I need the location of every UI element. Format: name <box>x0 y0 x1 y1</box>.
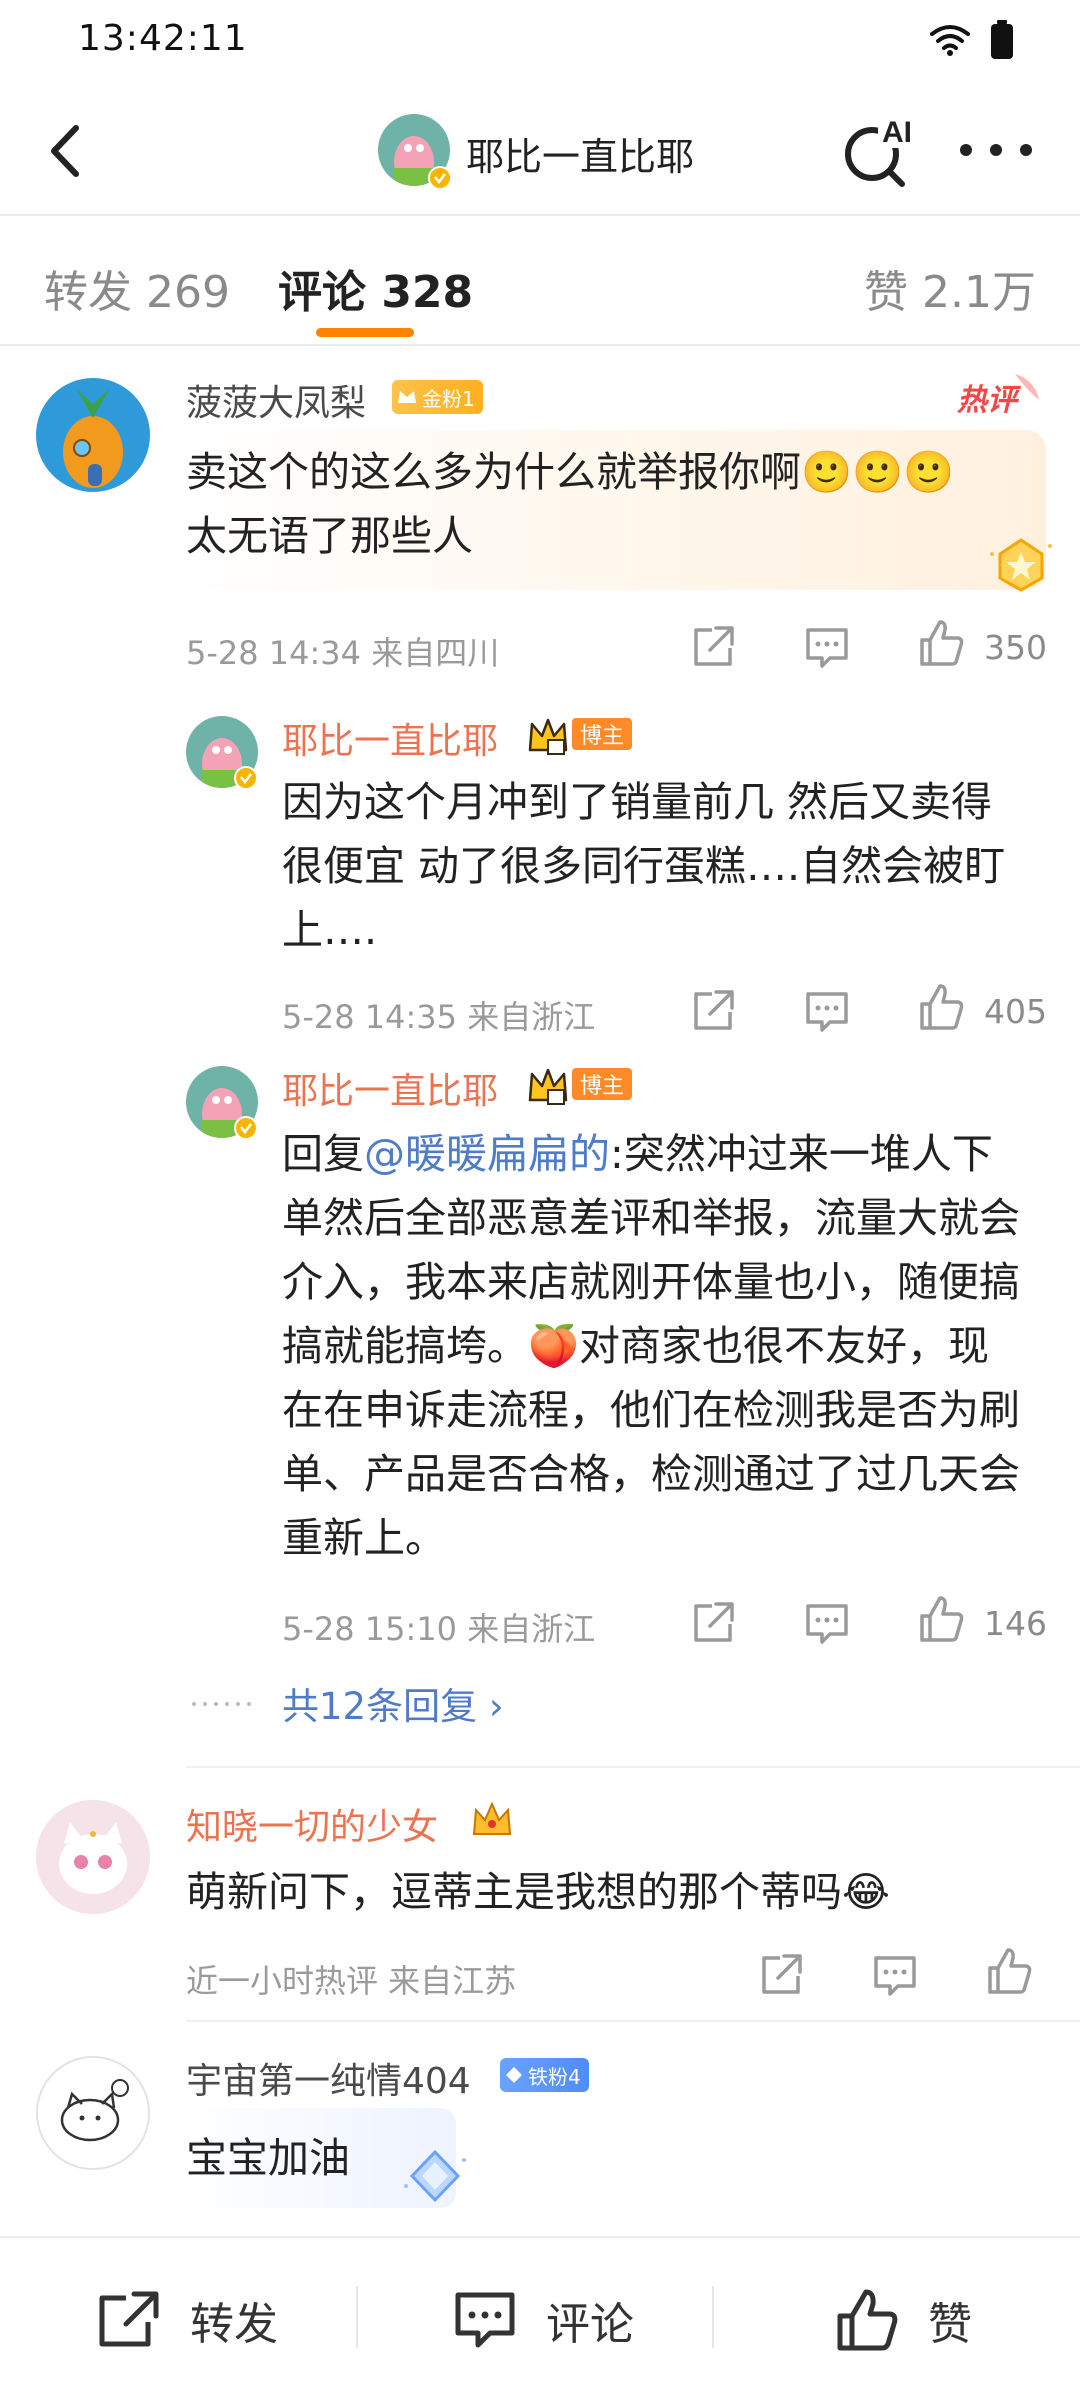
pineapple-house-avatar-icon <box>36 378 150 492</box>
repost-button[interactable]: 转发 <box>96 2238 278 2400</box>
more-options-icon[interactable] <box>956 130 1036 170</box>
divider <box>0 214 1080 216</box>
ai-search-icon[interactable]: AI <box>838 110 922 194</box>
reply-username[interactable]: 耶比一直比耶 <box>282 712 498 764</box>
repost-label: 转发 <box>190 2299 278 2350</box>
divider <box>186 1766 1080 1768</box>
separator <box>356 2286 358 2348</box>
badge-label: 金粉1 <box>422 386 475 411</box>
like-icon[interactable] <box>916 982 966 1032</box>
comment-meta: 5-28 14:34 来自四川 <box>186 634 500 672</box>
share-icon[interactable] <box>756 1950 806 2000</box>
comment-icon[interactable] <box>802 622 852 672</box>
hot-tag-label: 热评 <box>956 383 1022 418</box>
share-icon[interactable] <box>688 1598 738 1648</box>
comment-username[interactable]: 宇宙第一纯情404 <box>186 2052 471 2104</box>
reply-body: :突然冲过来一堆人下单然后全部恶意差评和举报，流量大就会介入，我本来店就刚开体量… <box>282 1130 1020 1562</box>
repost-icon <box>99 2291 159 2347</box>
reply-meta: 5-28 14:35 来自浙江 <box>282 998 596 1036</box>
comment-username[interactable]: 菠菠大凤梨 <box>186 374 366 426</box>
bottom-action-bar: 转发 评论 赞 <box>0 2236 1080 2400</box>
comment-label: 评论 <box>546 2299 634 2350</box>
reply-text: 回复@暖暖扁扁的:突然冲过来一堆人下单然后全部恶意差评和举报，流量大就会介入，我… <box>282 1122 1022 1570</box>
fan-level-badge[interactable]: 铁粉4 <box>500 2058 589 2092</box>
commenter-avatar[interactable] <box>36 2056 150 2170</box>
like-count: 146 <box>984 1604 1047 1643</box>
reply-text: 因为这个月冲到了销量前几 然后又卖得很便宜 动了很多同行蛋糕….自然会被盯上…. <box>282 778 1006 954</box>
comment-text: 卖这个的这么多为什么就举报你啊🙂🙂🙂 太无语了那些人 <box>186 440 1036 568</box>
comment-button[interactable]: 评论 <box>452 2238 634 2400</box>
tab-likes[interactable]: 赞 2.1万 <box>864 256 1036 320</box>
like-icon[interactable] <box>984 1946 1034 1996</box>
host-badge: 博主 <box>572 718 633 750</box>
commenter-avatar[interactable] <box>36 378 150 492</box>
reply-prefix: 回复 <box>282 1130 364 1178</box>
more-replies-link[interactable]: 共12条回复 › <box>282 1676 504 1730</box>
host-badge: 博主 <box>572 1068 633 1100</box>
comment-icon[interactable] <box>870 1950 920 2000</box>
comment-bubble-icon <box>455 2292 515 2348</box>
gold-badge-sparkle-icon <box>990 538 1052 592</box>
comment-icon[interactable] <box>802 1598 852 1648</box>
wifi-icon <box>930 25 970 56</box>
ai-label: AI <box>882 116 912 149</box>
reply-username[interactable]: 耶比一直比耶 <box>282 1062 498 1114</box>
anime-cat-avatar-icon <box>36 1800 150 1914</box>
host-crown-icon <box>528 718 568 755</box>
like-icon[interactable] <box>916 1594 966 1644</box>
nav-bar: 耶比一直比耶 AI <box>0 86 1080 216</box>
page-title[interactable]: 耶比一直比耶 <box>466 126 694 181</box>
fan-level-badge[interactable]: 金粉1 <box>392 380 483 414</box>
tab-bar: 转发 269 评论 328 赞 2.1万 <box>0 218 1080 346</box>
verified-icon <box>234 766 258 790</box>
back-arrow-icon[interactable] <box>34 116 104 186</box>
comment-text: 萌新问下，逗蒂主是我想的那个蒂吗😂 <box>186 1868 890 1916</box>
divider <box>0 344 1080 346</box>
like-label: 赞 <box>928 2299 972 2350</box>
blue-diamond-sparkle-icon <box>404 2149 466 2203</box>
comment-text-line: 卖这个的这么多为什么就举报你啊🙂🙂🙂 <box>186 448 955 496</box>
diamond-icon <box>506 2067 522 2083</box>
status-icons <box>930 20 1014 60</box>
comment-text: 宝宝加油 <box>186 2134 350 2182</box>
doodle-avatar-icon <box>38 2058 148 2168</box>
dotted-line-icon <box>192 1702 251 1706</box>
verified-icon <box>428 166 452 190</box>
like-icon[interactable] <box>916 618 966 668</box>
like-count: 350 <box>984 628 1047 667</box>
divider <box>186 2020 1080 2022</box>
tab-repost[interactable]: 转发 269 <box>44 256 230 320</box>
commenter-avatar[interactable] <box>36 1800 150 1914</box>
reply-meta: 5-28 15:10 来自浙江 <box>282 1610 596 1648</box>
comment-text-line: 太无语了那些人 <box>186 512 473 560</box>
like-button[interactable]: 赞 <box>834 2238 972 2400</box>
comment-meta: 近一小时热评 来自江苏 <box>186 1962 517 2000</box>
share-icon[interactable] <box>688 986 738 1036</box>
share-icon[interactable] <box>688 622 738 672</box>
verified-icon <box>234 1116 258 1140</box>
comment-icon[interactable] <box>802 986 852 1036</box>
royal-crown-icon <box>472 1801 512 1835</box>
tab-active-indicator <box>316 328 414 337</box>
comment-username[interactable]: 知晓一切的少女 <box>186 1798 438 1850</box>
mention-link[interactable]: @暖暖扁扁的 <box>364 1130 610 1178</box>
status-time: 13:42:11 <box>78 18 248 59</box>
thumbs-up-icon <box>837 2289 898 2351</box>
tab-comments[interactable]: 评论 328 <box>278 256 473 320</box>
badge-label: 铁粉4 <box>528 2064 581 2089</box>
status-bar: 13:42:11 <box>0 0 1080 86</box>
hot-comment-tag-icon: 热评 <box>956 374 1039 418</box>
fan-crown-icon <box>398 391 416 403</box>
host-crown-icon <box>528 1068 568 1105</box>
battery-icon <box>991 20 1013 59</box>
like-count: 405 <box>984 992 1047 1031</box>
separator <box>712 2286 714 2348</box>
